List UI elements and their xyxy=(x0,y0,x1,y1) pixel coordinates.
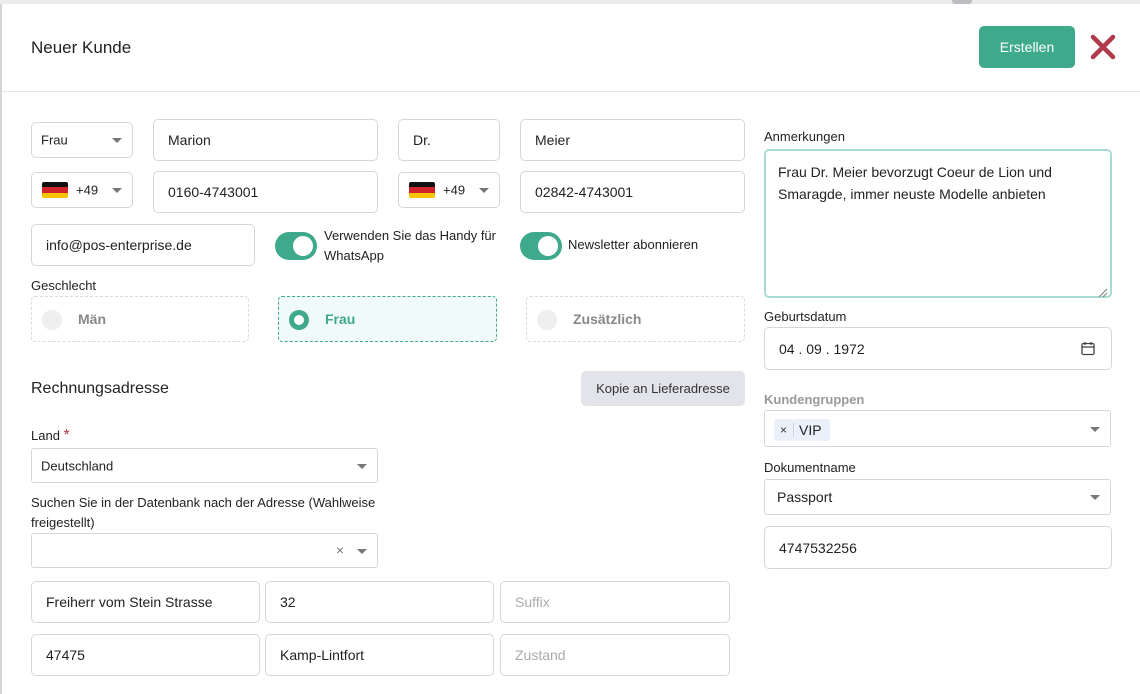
city-value: Kamp-Lintfort xyxy=(280,647,365,663)
chevron-down-icon xyxy=(357,463,367,469)
first-name-value: Marion xyxy=(168,132,211,148)
birthday-value: 04 . 09 . 1972 xyxy=(779,340,865,357)
chevron-down-icon xyxy=(112,138,122,143)
newsletter-toggle[interactable] xyxy=(520,232,562,260)
chevron-down-icon xyxy=(1090,426,1100,432)
customer-groups-label: Kundengruppen xyxy=(764,392,865,407)
address-search-label: Suchen Sie in der Datenbank nach der Adr… xyxy=(31,495,376,530)
phone-prefix: +49 xyxy=(443,182,466,198)
whatsapp-label: Verwenden Sie das Handy für WhatsApp xyxy=(324,228,496,263)
country-label-text: Land xyxy=(31,428,60,443)
gender-label: Geschlecht xyxy=(31,278,97,293)
radio-selected-icon xyxy=(289,310,309,330)
chip-remove-icon[interactable]: × xyxy=(774,423,795,437)
germany-flag-icon xyxy=(409,182,435,198)
chevron-down-icon xyxy=(112,188,122,193)
newsletter-label: Newsletter abonnieren xyxy=(568,237,699,252)
address-search-select[interactable]: × xyxy=(31,533,378,568)
last-name-value: Meier xyxy=(535,132,571,148)
house-number-input[interactable]: 32 xyxy=(265,581,494,623)
calendar-icon[interactable] xyxy=(1081,341,1095,359)
page-title: Neuer Kunde xyxy=(31,38,132,57)
first-name-input[interactable]: Marion xyxy=(153,119,378,161)
notes-textarea[interactable]: Frau Dr. Meier bevorzugt Coeur de Lion u… xyxy=(764,149,1112,298)
gender-option-label: Män xyxy=(78,311,106,327)
zip-input[interactable]: 47475 xyxy=(31,634,260,676)
mobile-country-select[interactable]: +49 xyxy=(31,172,133,208)
gender-option-other[interactable]: Zusätzlich xyxy=(526,296,745,342)
birthday-input[interactable]: 04 . 09 . 1972 xyxy=(764,327,1112,370)
state-placeholder: Zustand xyxy=(515,647,566,663)
email-value: info@pos-enterprise.de xyxy=(46,237,192,253)
suffix-input[interactable]: Suffix xyxy=(500,581,730,623)
group-chip: × VIP xyxy=(774,419,830,441)
house-number-value: 32 xyxy=(280,594,296,610)
street-input[interactable]: Freiherr vom Stein Strasse xyxy=(31,581,260,623)
document-name-value: Passport xyxy=(777,489,833,505)
radio-icon xyxy=(42,310,62,330)
close-icon[interactable] xyxy=(1088,32,1118,62)
customer-groups-select[interactable]: × VIP xyxy=(764,410,1111,447)
notes-value: Frau Dr. Meier bevorzugt Coeur de Lion u… xyxy=(778,164,1052,202)
chevron-down-icon xyxy=(479,188,489,193)
phone-value: 02842-4743001 xyxy=(535,184,634,200)
document-number-input[interactable]: 4747532256 xyxy=(764,526,1112,569)
phone-country-select[interactable]: +49 xyxy=(398,172,500,208)
gender-option-male[interactable]: Män xyxy=(31,296,249,342)
document-number-value: 4747532256 xyxy=(779,539,857,556)
gender-option-female[interactable]: Frau xyxy=(278,296,497,342)
billing-heading: Rechnungsadresse xyxy=(31,380,169,397)
salutation-select[interactable]: Frau xyxy=(31,122,133,158)
phone-input[interactable]: 02842-4743001 xyxy=(520,171,745,213)
required-marker: * xyxy=(63,427,70,444)
country-label: Land * xyxy=(31,426,70,446)
street-value: Freiherr vom Stein Strasse xyxy=(46,594,213,610)
document-name-select[interactable]: Passport xyxy=(764,479,1111,515)
birthday-label: Geburtsdatum xyxy=(764,309,847,324)
resize-grip-icon[interactable] xyxy=(1096,282,1108,298)
email-field[interactable]: info@pos-enterprise.de xyxy=(31,224,255,266)
country-value: Deutschland xyxy=(41,458,114,473)
mobile-prefix: +49 xyxy=(76,182,99,198)
last-name-input[interactable]: Meier xyxy=(520,119,745,161)
modal-header: Neuer Kunde Erstellen xyxy=(2,4,1140,92)
country-select[interactable]: Deutschland xyxy=(31,448,378,483)
clear-icon[interactable]: × xyxy=(336,542,344,558)
radio-icon xyxy=(537,310,557,330)
suffix-placeholder: Suffix xyxy=(515,594,550,610)
zip-value: 47475 xyxy=(46,647,85,663)
salutation-value: Frau xyxy=(41,132,68,148)
mobile-value: 0160-4743001 xyxy=(168,184,259,200)
create-button[interactable]: Erstellen xyxy=(979,26,1075,68)
state-input[interactable]: Zustand xyxy=(500,634,730,676)
left-border xyxy=(0,4,2,694)
title-value: Dr. xyxy=(413,132,431,148)
germany-flag-icon xyxy=(42,182,68,198)
chevron-down-icon xyxy=(1090,495,1100,500)
chip-label: VIP xyxy=(799,422,822,438)
copy-to-shipping-button[interactable]: Kopie an Lieferadresse xyxy=(581,371,745,406)
gender-option-label: Frau xyxy=(325,311,356,327)
whatsapp-toggle[interactable] xyxy=(275,232,317,260)
notes-label: Anmerkungen xyxy=(764,129,845,144)
chevron-down-icon xyxy=(357,548,367,554)
city-input[interactable]: Kamp-Lintfort xyxy=(265,634,494,676)
mobile-input[interactable]: 0160-4743001 xyxy=(153,171,378,213)
gender-option-label: Zusätzlich xyxy=(573,311,642,327)
document-name-label: Dokumentname xyxy=(764,460,856,475)
title-input[interactable]: Dr. xyxy=(398,119,500,161)
